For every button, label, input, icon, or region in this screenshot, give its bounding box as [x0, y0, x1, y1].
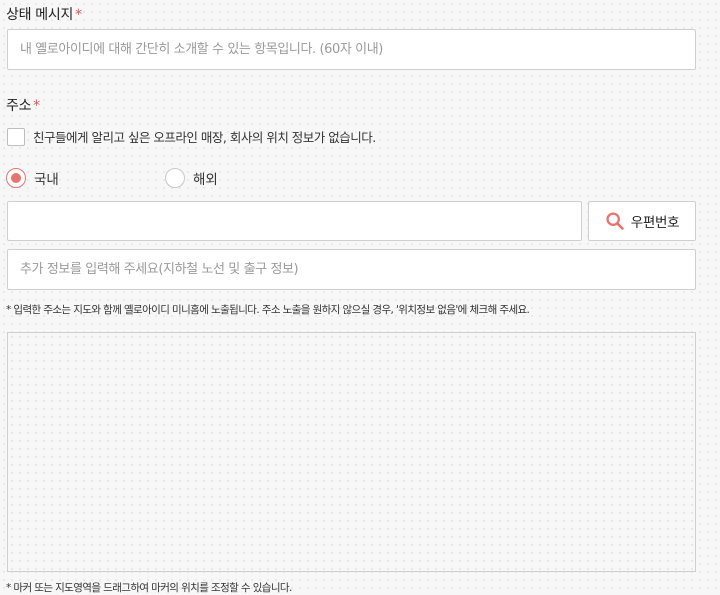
address-notice: * 입력한 주소는 지도와 함께 옐로아이디 미니홈에 노출됩니다. 주소 노출… [6, 304, 530, 316]
required-mark: * [33, 98, 40, 114]
radio-overseas-button[interactable] [165, 168, 185, 188]
search-icon [606, 212, 624, 230]
radio-overseas[interactable]: 해외 [165, 168, 218, 188]
radio-domestic[interactable]: 국내 [6, 168, 59, 188]
map-area[interactable] [7, 332, 696, 572]
radio-domestic-button[interactable] [6, 168, 26, 188]
required-mark: * [75, 7, 82, 23]
address-input[interactable] [7, 201, 582, 241]
status-message-label: 상태 메시지 * [6, 4, 82, 24]
address-detail-input[interactable] [7, 249, 696, 290]
address-label-text: 주소 [6, 98, 32, 114]
zip-code-button[interactable]: 우편번호 [588, 201, 696, 241]
radio-overseas-label: 해외 [193, 172, 218, 188]
status-message-input[interactable] [7, 29, 696, 70]
status-message-label-text: 상태 메시지 [6, 7, 74, 23]
address-label: 주소 * [6, 95, 40, 115]
no-location-option[interactable]: 친구들에게 알리고 싶은 오프라인 매장, 회사의 위치 정보가 없습니다. [7, 127, 376, 146]
no-location-checkbox[interactable] [7, 127, 25, 146]
radio-selected-dot [11, 173, 21, 183]
zip-code-button-label: 우편번호 [630, 215, 680, 231]
no-location-label: 친구들에게 알리고 싶은 오프라인 매장, 회사의 위치 정보가 없습니다. [33, 130, 376, 145]
radio-domestic-label: 국내 [34, 172, 59, 188]
